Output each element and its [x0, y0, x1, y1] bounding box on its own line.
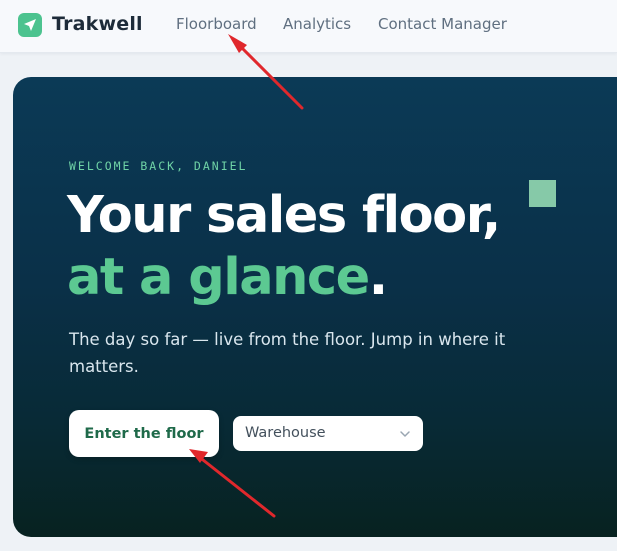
- brand-name[interactable]: Trakwell: [52, 13, 143, 35]
- location-select[interactable]: Warehouse: [233, 416, 423, 451]
- enter-the-floor-button[interactable]: Enter the floor: [69, 410, 219, 457]
- hero-subtitle: The day so far — live from the floor. Ju…: [69, 330, 506, 376]
- hero-headline: Your sales floor, at a glance.: [67, 185, 501, 309]
- welcome-eyebrow: WELCOME BACK, DANIEL: [69, 159, 248, 173]
- nav-item-floorboard[interactable]: Floorboard: [176, 15, 257, 33]
- location-select-value: Warehouse: [245, 425, 326, 441]
- top-navigation-bar: Trakwell Floorboard Analytics Contact Ma…: [0, 0, 617, 53]
- page: Trakwell Floorboard Analytics Contact Ma…: [0, 0, 617, 551]
- headline-period: .: [368, 248, 388, 307]
- decorative-square: [529, 180, 556, 207]
- headline-line-1: Your sales floor,: [67, 186, 501, 245]
- nav-item-contact-manager[interactable]: Contact Manager: [378, 15, 507, 33]
- chevron-down-icon: [400, 431, 410, 437]
- headline-line-2: at a glance: [67, 248, 370, 307]
- hero-card: WELCOME BACK, DANIEL Your sales floor, at…: [13, 77, 617, 537]
- nav-item-analytics[interactable]: Analytics: [283, 15, 351, 33]
- send-arrow-icon[interactable]: [18, 13, 42, 37]
